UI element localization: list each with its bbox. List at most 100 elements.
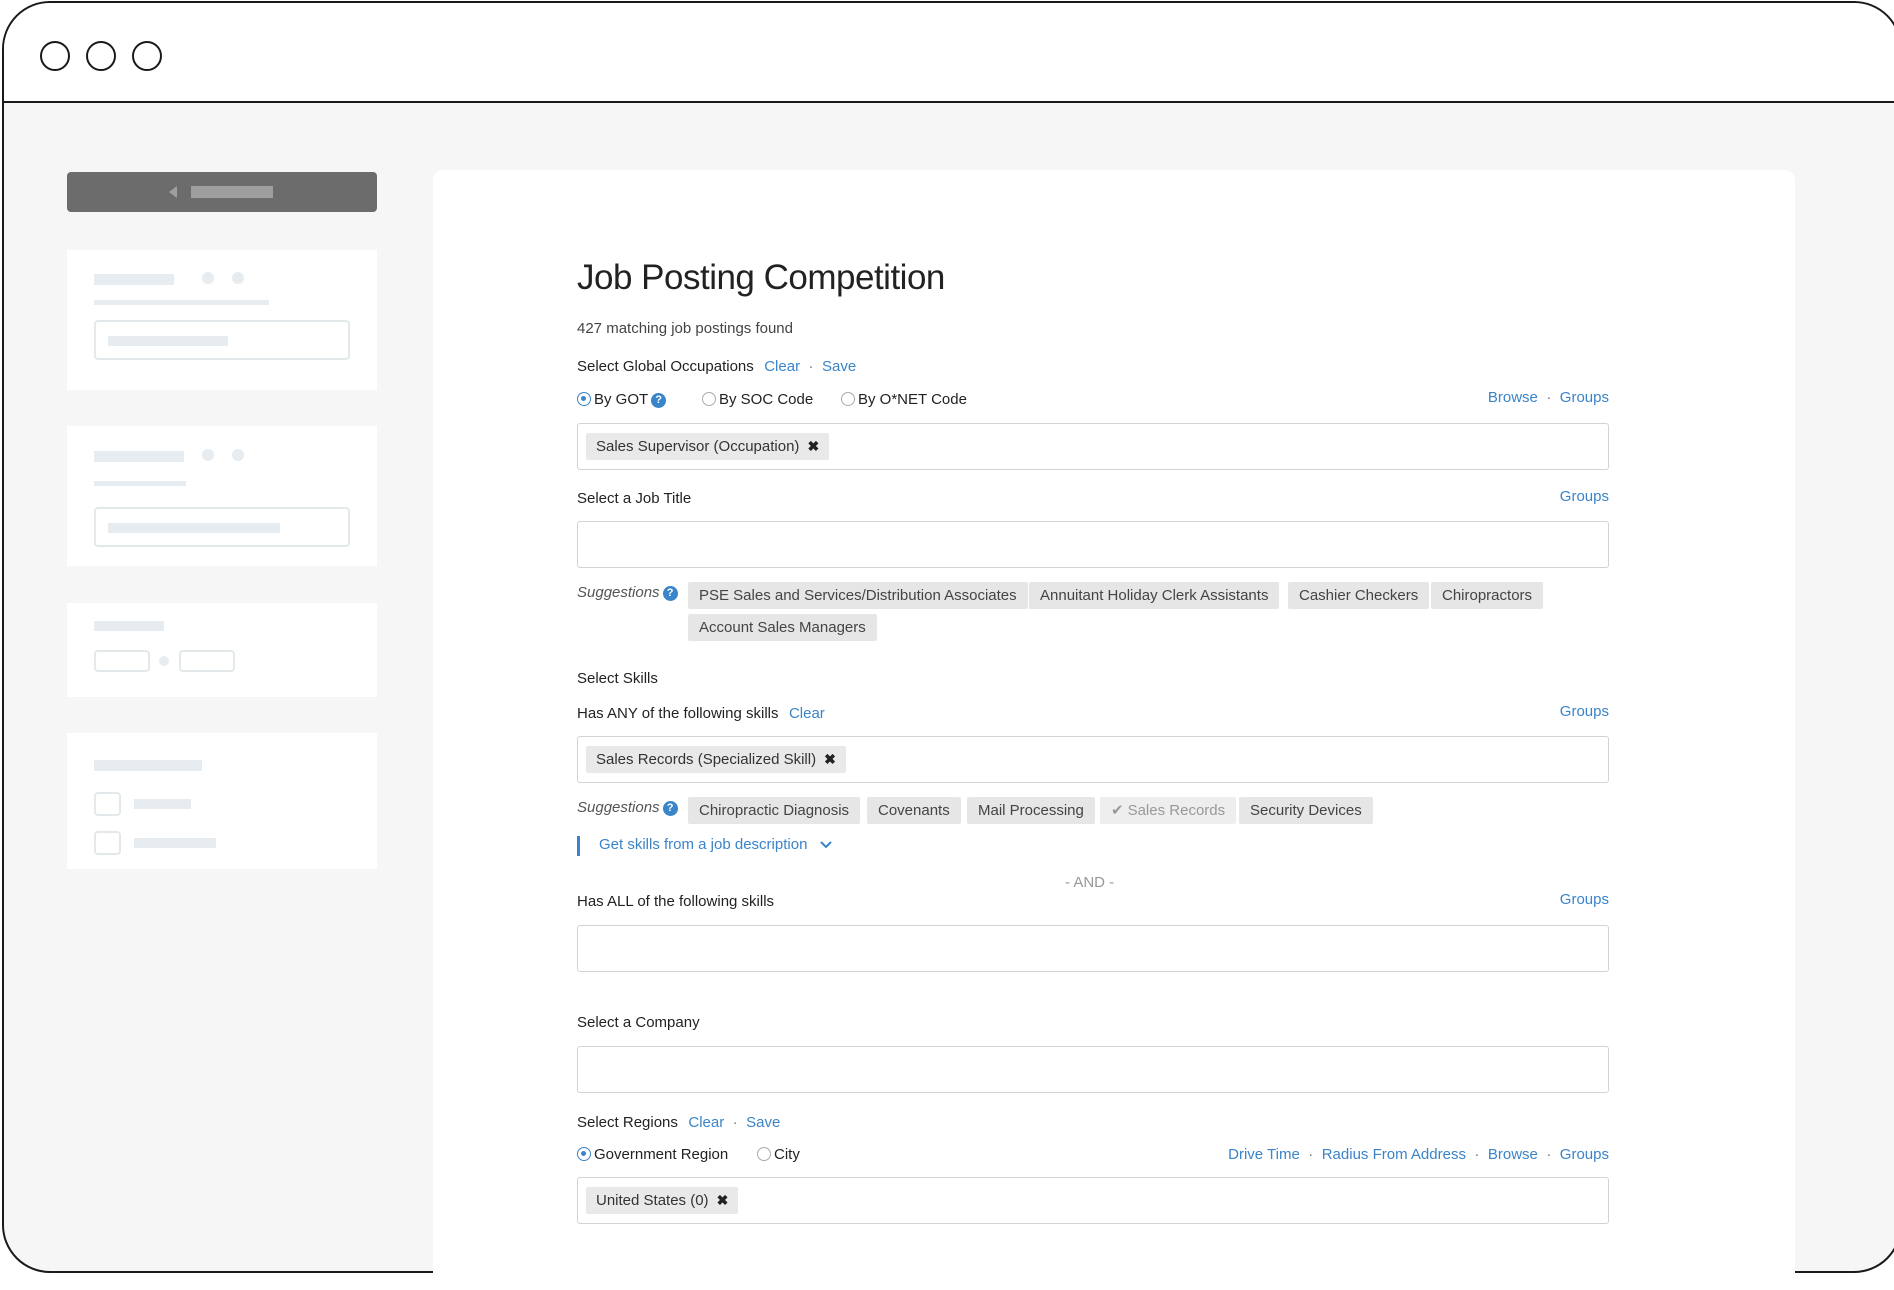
page-title: Job Posting Competition (577, 258, 945, 297)
chevron-down-icon (819, 836, 832, 853)
sidebar-placeholder-input[interactable] (94, 507, 350, 547)
radio-government-region-label: Government Region (594, 1146, 729, 1163)
skills-all-input[interactable] (577, 925, 1609, 972)
sidebar-placeholder-checkbox[interactable] (94, 831, 121, 855)
job-title-suggestion[interactable]: Chiropractors (1431, 582, 1544, 609)
job-title-label: Select a Job Title (577, 490, 692, 507)
skill-suggestion[interactable]: Covenants (867, 797, 961, 824)
radio-city-label: City (774, 1146, 800, 1163)
regions-browse-link[interactable]: Browse (1488, 1146, 1538, 1163)
separator: · (808, 358, 814, 375)
sidebar-card-4 (67, 733, 377, 869)
occupations-header: Select Global Occupations Clear · Save (577, 358, 856, 376)
job-title-suggestion[interactable]: PSE Sales and Services/Distribution Asso… (688, 582, 1028, 609)
separator: · (1546, 1146, 1552, 1163)
skills-any-header: Has ANY of the following skills Clear (577, 705, 825, 723)
occupation-chip-label: Sales Supervisor (Occupation) (596, 438, 800, 455)
get-skills-label: Get skills from a job description (599, 836, 808, 853)
help-icon[interactable]: ? (662, 586, 678, 601)
help-icon[interactable]: ? (662, 801, 678, 816)
regions-actions: Drive Time · Radius From Address · Brows… (1228, 1146, 1609, 1164)
radio-government-region[interactable]: Government Region (577, 1146, 728, 1163)
sidebar-placeholder-input[interactable] (94, 320, 350, 360)
and-divider: - AND - (1065, 874, 1115, 891)
radio-unselected-icon (841, 392, 855, 406)
skill-chip: Sales Records (Specialized Skill) ✖ (586, 746, 846, 773)
company-label: Select a Company (577, 1014, 700, 1031)
skills-suggestions-label: Suggestions? (577, 799, 678, 816)
company-input[interactable] (577, 1046, 1609, 1093)
radio-city[interactable]: City (757, 1146, 800, 1163)
occupations-groups-link[interactable]: Groups (1560, 389, 1609, 406)
help-icon[interactable]: ? (651, 393, 667, 408)
occupations-clear-link[interactable]: Clear (764, 358, 800, 375)
drive-time-link[interactable]: Drive Time (1228, 1146, 1300, 1163)
occupations-browse-link[interactable]: Browse (1488, 389, 1538, 406)
regions-header: Select Regions Clear · Save (577, 1114, 780, 1132)
window-titlebar (4, 3, 1894, 103)
radio-by-got-label: By GOT (594, 391, 649, 408)
job-title-input[interactable] (577, 521, 1609, 568)
radio-selected-icon (577, 1147, 591, 1161)
regions-save-link[interactable]: Save (746, 1114, 780, 1131)
radio-unselected-icon (757, 1147, 771, 1161)
job-title-suggestion[interactable]: Cashier Checkers (1288, 582, 1430, 609)
radio-by-soc[interactable]: By SOC Code (702, 391, 813, 408)
radio-by-soc-label: By SOC Code (719, 391, 814, 408)
get-skills-from-description-toggle[interactable]: Get skills from a job description (599, 836, 832, 853)
radius-from-address-link[interactable]: Radius From Address (1322, 1146, 1466, 1163)
remove-icon[interactable]: ✖ (807, 438, 819, 454)
regions-groups-link[interactable]: Groups (1560, 1146, 1609, 1163)
radio-unselected-icon (702, 392, 716, 406)
suggestions-label-text: Suggestions (577, 584, 660, 601)
sidebar-card-1 (67, 250, 377, 390)
skills-any-label: Has ANY of the following skills (577, 705, 779, 722)
skills-clear-link[interactable]: Clear (789, 705, 825, 722)
job-title-suggestion[interactable]: Account Sales Managers (688, 614, 877, 641)
sidebar-placeholder-max[interactable] (179, 650, 235, 672)
suggestions-label-text: Suggestions (577, 799, 660, 816)
sidebar-card-3 (67, 603, 377, 697)
sidebar-card-2 (67, 426, 377, 566)
occupations-save-link[interactable]: Save (822, 358, 856, 375)
skill-chip-label: Sales Records (Specialized Skill) (596, 751, 817, 768)
skill-suggestion[interactable]: Mail Processing (967, 797, 1095, 824)
job-title-suggestion[interactable]: Annuitant Holiday Clerk Assistants (1029, 582, 1280, 609)
region-chip-label: United States (0) (596, 1192, 709, 1209)
occupations-input[interactable]: Sales Supervisor (Occupation) ✖ (577, 423, 1609, 470)
remove-icon[interactable]: ✖ (824, 751, 836, 767)
regions-input[interactable]: United States (0) ✖ (577, 1177, 1609, 1224)
sidebar-placeholder-checkbox[interactable] (94, 792, 121, 816)
regions-clear-link[interactable]: Clear (688, 1114, 724, 1131)
separator: · (1474, 1146, 1480, 1163)
regions-label: Select Regions (577, 1114, 678, 1131)
separator: · (732, 1114, 738, 1131)
skill-suggestion[interactable]: Chiropractic Diagnosis (688, 797, 861, 824)
separator: · (1308, 1146, 1314, 1163)
sidebar-back-button[interactable] (67, 172, 377, 212)
accent-bar (577, 836, 580, 856)
skills-all-groups-link[interactable]: Groups (1560, 891, 1609, 908)
radio-by-onet-label: By O*NET Code (858, 391, 967, 408)
result-count: 427 matching job postings found (577, 320, 793, 337)
job-title-suggestions-label: Suggestions? (577, 584, 678, 601)
window-control-minimize[interactable] (86, 41, 116, 71)
skill-suggestion-selected[interactable]: ✔ Sales Records (1100, 797, 1237, 824)
region-chip: United States (0) ✖ (586, 1187, 739, 1214)
occupations-actions: Browse · Groups (1488, 389, 1609, 407)
back-button-placeholder (191, 186, 273, 198)
window-control-maximize[interactable] (132, 41, 162, 71)
skills-any-input[interactable]: Sales Records (Specialized Skill) ✖ (577, 736, 1609, 783)
check-icon: ✔ (1111, 802, 1124, 819)
radio-by-onet[interactable]: By O*NET Code (841, 391, 967, 408)
occupations-label: Select Global Occupations (577, 358, 754, 375)
remove-icon[interactable]: ✖ (717, 1192, 729, 1208)
radio-by-got[interactable]: By GOT? (577, 391, 667, 408)
skill-suggestion[interactable]: Security Devices (1239, 797, 1373, 824)
job-title-groups-link[interactable]: Groups (1560, 488, 1609, 505)
window-control-close[interactable] (40, 41, 70, 71)
skills-any-groups-link[interactable]: Groups (1560, 703, 1609, 720)
back-arrow-icon (169, 186, 177, 198)
occupation-chip: Sales Supervisor (Occupation) ✖ (586, 433, 830, 460)
sidebar-placeholder-min[interactable] (94, 650, 150, 672)
